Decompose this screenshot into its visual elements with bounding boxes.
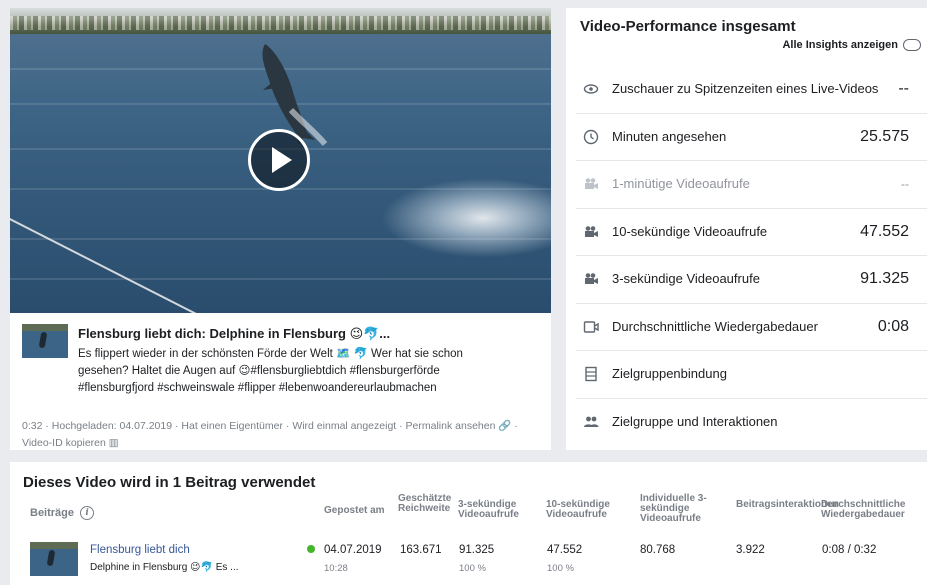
video-camera-icon [582,270,600,288]
permalink-link[interactable]: Permalink ansehen [406,420,496,432]
cell-reach: 163.671 [400,544,442,556]
clock-icon [582,128,600,146]
link-icon: 🔗 [498,420,512,432]
video-description: Es flippert wieder in der schönsten Förd… [78,348,463,394]
video-camera-icon [582,175,600,193]
header-10s-views[interactable]: 10-sekündige Videoaufrufe [546,500,636,520]
performance-card: Video-Performance insgesamt Alle Insight… [566,8,927,450]
shown-link[interactable]: Wird einmal angezeigt [292,420,396,432]
header-3s-views[interactable]: 3-sekündige Videoaufrufe [458,500,544,520]
header-posted[interactable]: Gepostet am [324,506,402,516]
cell-10s-views-pct: 100 % [547,563,574,574]
water-splash [381,178,551,258]
cell-3s-views: 91.325 [459,544,495,556]
metric-10s-views[interactable]: 10-sekündige Videoaufrufe 47.552 [576,209,927,256]
play-button[interactable] [248,129,310,191]
header-individual-3s-views[interactable]: Individuelle 3-sekündige Videoaufrufe [640,494,730,524]
header-posts: Beiträge i [30,506,95,520]
insights-label: Alle Insights anzeigen [782,39,898,51]
copy-video-id-link[interactable]: Video-ID kopieren [22,437,106,449]
play-icon [271,147,292,173]
cell-3s-views-pct: 100 % [459,563,486,574]
metric-1min-views[interactable]: 1-minütige Videoaufrufe -- [576,161,927,209]
video-thumbnail [22,324,68,358]
rope [10,213,215,313]
video-duration: 0:32 [22,420,43,432]
playback-icon [582,318,600,336]
header-reach[interactable]: Geschätzte Reichweite [398,494,462,514]
cell-interactions: 3.922 [736,544,765,556]
performance-title: Video-Performance insgesamt [580,18,796,35]
metric-audience-interactions[interactable]: Zielgruppe und Interaktionen [576,399,927,447]
eye-icon [582,80,600,98]
post-thumbnail[interactable] [30,542,78,576]
video-info: 0:32 · Hochgeladen: 04.07.2019 · Hat ein… [22,420,518,449]
header-avg-duration[interactable]: Durchschnittliche Wiedergabedauer [821,500,927,520]
video-title[interactable]: Flensburg liebt dich: Delphine in Flensb… [78,326,538,342]
post-subtitle: Delphine in Flensburg 😉🐬 Es ... [90,562,239,573]
cell-individual-3s-views: 80.768 [640,544,676,556]
insights-toggle-row[interactable]: Alle Insights anzeigen [782,39,921,51]
status-dot [307,545,315,553]
posts-table-title: Dieses Video wird in 1 Beitrag verwendet [23,474,316,491]
insights-toggle[interactable] [903,39,921,51]
post-title-link[interactable]: Flensburg liebt dich [90,544,190,556]
owner-link[interactable]: Hat einen Eigentümer [181,420,283,432]
copy-icon: ▥ [108,437,119,449]
video-card: Flensburg liebt dich: Delphine in Flensb… [10,8,551,450]
metric-3s-views[interactable]: 3-sekündige Videoaufrufe 91.325 [576,256,927,304]
shoreline [10,8,551,34]
cell-10s-views: 47.552 [547,544,583,556]
video-player[interactable] [10,8,551,313]
cell-avg-duration: 0:08 / 0:32 [822,544,877,556]
people-icon [582,413,600,431]
video-camera-icon [582,223,600,241]
cell-posted-time: 10:28 [324,563,348,574]
header-interactions[interactable]: Beitragsinteraktionen [736,500,839,510]
film-strip-icon [582,365,600,383]
cell-posted-date: 04.07.2019 [324,544,382,556]
info-icon[interactable]: i [80,506,95,520]
metric-peak-viewers[interactable]: Zuschauer zu Spitzenzeiten eines Live-Vi… [576,66,927,114]
upload-date: Hochgeladen: 04.07.2019 [51,420,173,432]
metric-audience-retention[interactable]: Zielgruppenbindung [576,351,927,399]
metric-minutes-viewed[interactable]: Minuten angesehen 25.575 [576,114,927,161]
metric-list: Zuschauer zu Spitzenzeiten eines Live-Vi… [576,66,927,446]
metric-avg-duration[interactable]: Durchschnittliche Wiedergabedauer 0:08 [576,304,927,351]
posts-table-card: Dieses Video wird in 1 Beitrag verwendet… [10,462,927,585]
